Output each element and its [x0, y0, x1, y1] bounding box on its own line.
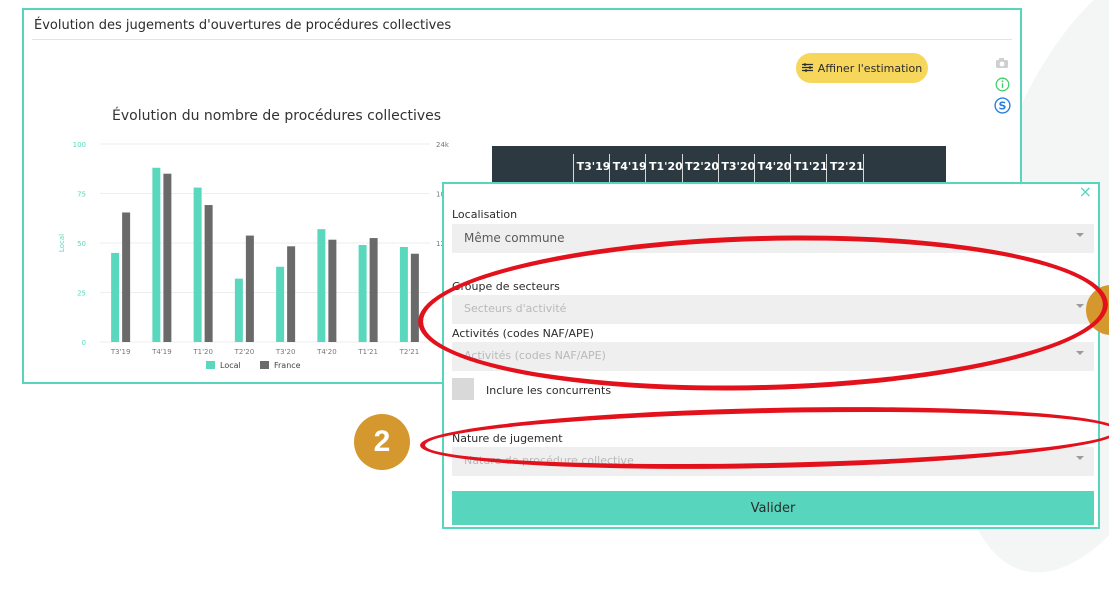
x-tick-label: T4'19	[151, 348, 172, 356]
column-header[interactable]: T3'19	[575, 160, 612, 173]
close-icon[interactable]: ×	[1079, 182, 1092, 201]
bar-chart: 100755025024k18k12kLocalT3'19T4'19T1'20T…	[58, 141, 450, 370]
refine-estimation-button[interactable]: Affiner l'estimation	[796, 53, 928, 83]
x-tick-label: T4'20	[316, 348, 337, 356]
x-tick-label: T1'21	[357, 348, 378, 356]
localisation-value: Même commune	[464, 231, 565, 245]
legend-swatch	[206, 361, 215, 369]
bar-local	[358, 244, 367, 342]
s-circle-icon[interactable]: S	[992, 96, 1012, 114]
column-header[interactable]: T2'21	[828, 160, 865, 173]
info-icon[interactable]	[992, 75, 1012, 93]
bar-france	[163, 173, 172, 342]
y-axis-label: Local	[58, 234, 66, 252]
bar-local	[234, 278, 243, 342]
y-tick-label: 0	[82, 339, 86, 347]
validate-label: Valider	[750, 500, 796, 516]
bar-france	[410, 253, 419, 342]
bar-france	[204, 205, 213, 342]
refine-estimation-label: Affiner l'estimation	[817, 61, 923, 75]
validate-button[interactable]: Valider	[452, 491, 1094, 525]
x-tick-label: T3'19	[110, 348, 131, 356]
bar-france	[287, 246, 296, 342]
y-tick-label: 100	[73, 141, 86, 149]
legend-label: Local	[220, 361, 241, 370]
bar-local	[193, 187, 202, 342]
chart-title: Évolution du nombre de procédures collec…	[112, 108, 442, 124]
column-header[interactable]: T1'20	[647, 160, 684, 173]
chevron-down-icon	[1076, 351, 1084, 355]
legend-swatch	[260, 361, 269, 369]
bar-local	[276, 266, 285, 342]
legend-label: France	[274, 361, 301, 370]
svg-text:S: S	[998, 99, 1006, 112]
y-tick-label: 75	[77, 191, 86, 199]
column-header[interactable]: T3'20	[720, 160, 757, 173]
bar-france	[328, 239, 337, 342]
panel-divider	[32, 39, 1012, 40]
include-competitors-label: Inclure les concurrents	[486, 384, 612, 397]
bar-local	[399, 246, 408, 342]
column-header[interactable]: T2'20	[684, 160, 721, 173]
x-tick-label: T1'20	[192, 348, 213, 356]
column-header[interactable]: T1'21	[792, 160, 829, 173]
bar-france	[369, 238, 378, 342]
y-tick-label: 50	[77, 240, 86, 248]
side-icon-bar: S	[992, 54, 1012, 117]
bar-france	[122, 212, 131, 342]
bar-local	[111, 252, 120, 342]
localisation-label: Localisation	[452, 208, 518, 221]
x-tick-label: T2'20	[234, 348, 255, 356]
y-tick-label: 25	[77, 290, 86, 298]
column-header[interactable]: T4'19	[611, 160, 648, 173]
camera-icon[interactable]	[992, 54, 1012, 72]
bar-local	[152, 167, 161, 342]
step-number-badge: 2	[354, 414, 410, 470]
include-competitors-checkbox[interactable]	[452, 378, 474, 400]
bar-france	[245, 235, 254, 342]
x-tick-label: T2'21	[399, 348, 420, 356]
sliders-icon	[801, 62, 813, 75]
panel-title: Évolution des jugements d'ouvertures de …	[34, 18, 452, 33]
y2-tick-label: 24k	[436, 141, 450, 149]
x-tick-label: T3'20	[275, 348, 296, 356]
column-header[interactable]: T4'20	[756, 160, 793, 173]
chevron-down-icon	[1076, 456, 1084, 460]
bar-local	[317, 229, 326, 342]
chevron-down-icon	[1076, 233, 1084, 237]
